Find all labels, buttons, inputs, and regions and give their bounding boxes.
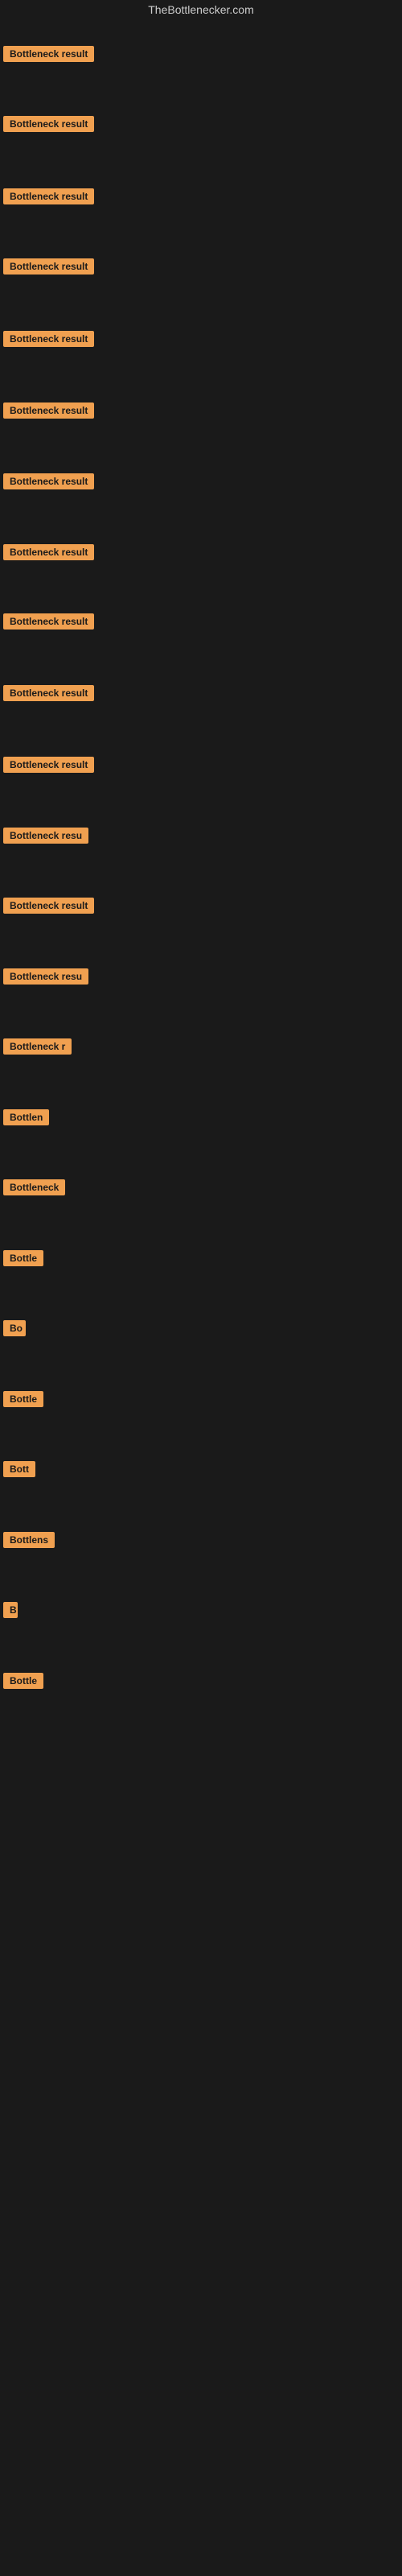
- bottleneck-badge[interactable]: Bottleneck result: [3, 757, 94, 773]
- bottleneck-result-row: Bottleneck result: [3, 331, 94, 351]
- bottleneck-badge[interactable]: Bottleneck result: [3, 402, 94, 419]
- bottleneck-badge[interactable]: Bottleneck result: [3, 898, 94, 914]
- bottleneck-result-row: Bottlen: [3, 1109, 49, 1129]
- bottleneck-result-row: Bottleneck result: [3, 685, 94, 705]
- bottleneck-result-row: Bottle: [3, 1673, 43, 1693]
- bottleneck-result-row: Bottle: [3, 1250, 43, 1270]
- bottleneck-badge[interactable]: Bottleneck result: [3, 613, 94, 630]
- bottleneck-badge[interactable]: Bottle: [3, 1250, 43, 1266]
- bottleneck-result-row: Bo: [3, 1320, 26, 1340]
- bottleneck-badge[interactable]: Bottleneck: [3, 1179, 65, 1195]
- bottleneck-result-row: Bottleneck resu: [3, 828, 88, 848]
- bottleneck-badge[interactable]: Bottleneck r: [3, 1038, 72, 1055]
- bottleneck-result-row: Bottlens: [3, 1532, 55, 1552]
- bottleneck-result-row: Bottleneck result: [3, 473, 94, 493]
- bottleneck-result-row: Bottleneck result: [3, 613, 94, 634]
- bottleneck-result-row: Bottleneck result: [3, 116, 94, 136]
- bottleneck-result-row: Bottle: [3, 1391, 43, 1411]
- bottleneck-result-row: Bottleneck result: [3, 898, 94, 918]
- bottleneck-result-row: Bottleneck result: [3, 757, 94, 777]
- results-container: Bottleneck result Bottleneck result Bottle…: [0, 0, 402, 2576]
- bottleneck-badge[interactable]: B: [3, 1602, 18, 1618]
- bottleneck-badge[interactable]: Bott: [3, 1461, 35, 1477]
- bottleneck-badge[interactable]: Bottlen: [3, 1109, 49, 1125]
- bottleneck-badge[interactable]: Bottleneck resu: [3, 828, 88, 844]
- bottleneck-badge[interactable]: Bottle: [3, 1673, 43, 1689]
- bottleneck-badge[interactable]: Bottlens: [3, 1532, 55, 1548]
- bottleneck-badge[interactable]: Bottleneck result: [3, 258, 94, 275]
- bottleneck-result-row: Bott: [3, 1461, 35, 1481]
- bottleneck-result-row: Bottleneck: [3, 1179, 65, 1199]
- bottleneck-result-row: Bottleneck result: [3, 46, 94, 66]
- bottleneck-result-row: Bottleneck result: [3, 188, 94, 208]
- bottleneck-badge[interactable]: Bottleneck result: [3, 685, 94, 701]
- bottleneck-result-row: Bottleneck resu: [3, 968, 88, 989]
- bottleneck-badge[interactable]: Bottleneck result: [3, 544, 94, 560]
- bottleneck-result-row: Bottleneck result: [3, 402, 94, 423]
- bottleneck-badge[interactable]: Bo: [3, 1320, 26, 1336]
- bottleneck-result-row: Bottleneck result: [3, 544, 94, 564]
- bottleneck-badge[interactable]: Bottleneck result: [3, 46, 94, 62]
- bottleneck-badge[interactable]: Bottleneck result: [3, 116, 94, 132]
- bottleneck-badge[interactable]: Bottleneck result: [3, 331, 94, 347]
- bottleneck-result-row: Bottleneck result: [3, 258, 94, 279]
- bottleneck-result-row: B: [3, 1602, 18, 1622]
- bottleneck-badge[interactable]: Bottleneck resu: [3, 968, 88, 985]
- bottleneck-badge[interactable]: Bottleneck result: [3, 188, 94, 204]
- bottleneck-badge[interactable]: Bottle: [3, 1391, 43, 1407]
- bottleneck-result-row: Bottleneck r: [3, 1038, 72, 1059]
- bottleneck-badge[interactable]: Bottleneck result: [3, 473, 94, 489]
